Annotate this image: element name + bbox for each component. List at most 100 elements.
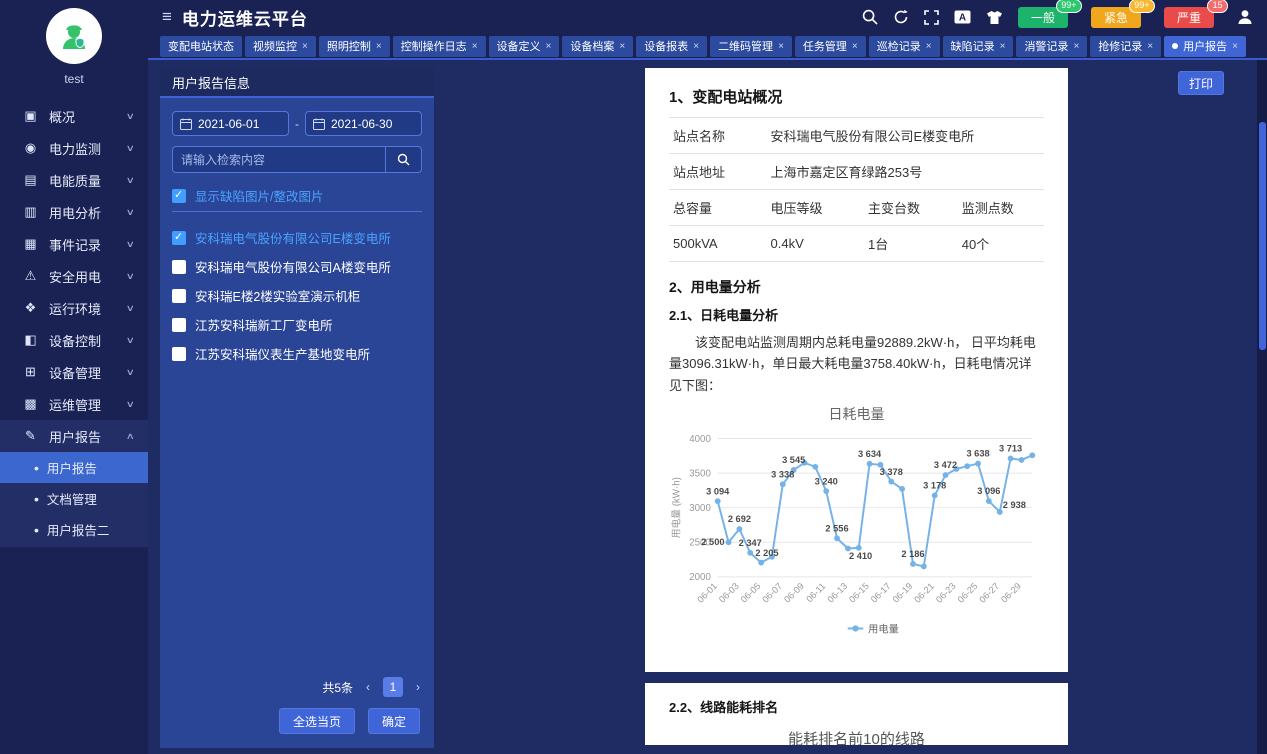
tab-控制操作日志[interactable]: 控制操作日志× xyxy=(393,36,486,57)
tab-close-icon[interactable]: × xyxy=(926,41,932,52)
sidebar-item-power-quality[interactable]: ▤电能质量∨ xyxy=(0,164,148,196)
scrollbar-thumb[interactable] xyxy=(1259,122,1266,350)
alarm-count-badge: 15 xyxy=(1207,0,1228,13)
checkbox-checked[interactable] xyxy=(172,231,186,245)
alarm-button-2[interactable]: 紧急99+ xyxy=(1091,7,1141,28)
checkbox-checked[interactable] xyxy=(172,189,186,203)
tab-close-icon[interactable]: × xyxy=(778,41,784,52)
tab-任务管理[interactable]: 任务管理 × xyxy=(795,36,866,57)
alarm-button-1[interactable]: 一般99+ xyxy=(1018,7,1068,28)
table-cell: 上海市嘉定区育绿路253号 xyxy=(767,154,1045,190)
tab-设备定义[interactable]: 设备定义× xyxy=(489,36,560,57)
tab-bar: 变配电站状态视频监控×照明控制×控制操作日志×设备定义×设备档案×设备报表×二维… xyxy=(148,34,1267,60)
username: test xyxy=(64,72,83,86)
svg-text:2 938: 2 938 xyxy=(1003,500,1026,510)
chevron-down-icon: ∨ xyxy=(126,239,135,250)
user-avatar[interactable] xyxy=(46,8,102,64)
search-button[interactable] xyxy=(385,147,421,172)
table-cell: 站点名称 xyxy=(669,118,767,154)
tab-消警记录[interactable]: 消警记录× xyxy=(1016,36,1087,57)
station-checkbox-item[interactable]: 江苏安科瑞新工厂变电所 xyxy=(172,310,422,339)
station-info-table: 站点名称安科瑞电气股份有限公司E楼变电所站点地址上海市嘉定区育绿路253号总容量… xyxy=(669,117,1044,262)
search-icon[interactable] xyxy=(862,9,878,25)
report-filter-panel: 用户报告信息 2021-06-01 - 2021-06-30 请输入检索内容 显… xyxy=(160,68,434,748)
tab-用户报告[interactable]: 用户报告× xyxy=(1164,36,1246,57)
confirm-button[interactable]: 确定 xyxy=(368,708,420,734)
date-from-input[interactable]: 2021-06-01 xyxy=(172,111,289,136)
sidebar-subitem-user-report[interactable]: •用户报告 xyxy=(0,452,148,483)
alarm-label: 紧急 xyxy=(1104,9,1128,26)
tab-close-icon[interactable]: × xyxy=(546,41,552,52)
tab-close-icon[interactable]: × xyxy=(376,41,382,52)
tab-label: 抢修记录 xyxy=(1098,38,1142,54)
tab-close-icon[interactable]: × xyxy=(302,41,308,52)
pagination-page-1[interactable]: 1 xyxy=(383,677,403,697)
tab-close-icon[interactable]: × xyxy=(693,41,699,52)
tab-变配电站状态[interactable]: 变配电站状态 xyxy=(160,36,242,57)
tab-设备档案[interactable]: 设备档案× xyxy=(562,36,633,57)
checkbox-unchecked[interactable] xyxy=(172,347,186,361)
select-all-button[interactable]: 全选当页 xyxy=(279,708,355,734)
pagination-prev-icon[interactable]: ‹ xyxy=(366,680,370,694)
sidebar-item-overview[interactable]: ▣概况∨ xyxy=(0,100,148,132)
tab-巡检记录[interactable]: 巡检记录× xyxy=(869,36,940,57)
tab-照明控制[interactable]: 照明控制× xyxy=(319,36,390,57)
svg-text:2 556: 2 556 xyxy=(825,524,848,534)
search-input[interactable]: 请输入检索内容 xyxy=(173,147,385,172)
sidebar-item-event-log[interactable]: ▦事件记录∨ xyxy=(0,228,148,260)
table-row: 站点名称安科瑞电气股份有限公司E楼变电所 xyxy=(669,118,1044,154)
user-icon[interactable] xyxy=(1237,9,1253,25)
refresh-icon[interactable] xyxy=(893,9,909,25)
station-checkbox-item[interactable]: 安科瑞E楼2楼实验室演示机柜 xyxy=(172,281,422,310)
rank-chart-title: 能耗排名前10的线路 xyxy=(669,728,1044,745)
sidebar-item-operating-environment[interactable]: ❖运行环境∨ xyxy=(0,292,148,324)
tab-设备报表[interactable]: 设备报表× xyxy=(636,36,707,57)
sidebar-item-electricity-analysis[interactable]: ▥用电分析∨ xyxy=(0,196,148,228)
sidebar-item-device-management[interactable]: ⊞设备管理∨ xyxy=(0,356,148,388)
tab-视频监控[interactable]: 视频监控× xyxy=(245,36,316,57)
tab-close-icon[interactable]: × xyxy=(619,41,625,52)
translate-icon[interactable]: A xyxy=(954,9,971,25)
option-item[interactable]: 显示缺陷图片/整改图片 xyxy=(172,181,422,210)
tab-close-icon[interactable]: × xyxy=(1000,41,1006,52)
sidebar-subitem-user-report-2[interactable]: •用户报告二 xyxy=(0,514,148,545)
station-checkbox-item[interactable]: 安科瑞电气股份有限公司E楼变电所 xyxy=(172,223,422,252)
sidebar-item-label: 运行环境 xyxy=(49,299,101,318)
station-checkbox-item[interactable]: 安科瑞电气股份有限公司A楼变电所 xyxy=(172,252,422,281)
tab-close-icon[interactable]: × xyxy=(1073,41,1079,52)
checkbox-unchecked[interactable] xyxy=(172,289,186,303)
sidebar-item-ops-management[interactable]: ▩运维管理∨ xyxy=(0,388,148,420)
pagination-next-icon[interactable]: › xyxy=(416,680,420,694)
sidebar-item-power-monitoring[interactable]: ◉电力监测∨ xyxy=(0,132,148,164)
checkbox-unchecked[interactable] xyxy=(172,260,186,274)
print-button[interactable]: 打印 xyxy=(1178,71,1224,95)
sidebar-item-device-control[interactable]: ◧设备控制∨ xyxy=(0,324,148,356)
alarm-button-3[interactable]: 严重15 xyxy=(1164,7,1214,28)
sidebar-item-user-report[interactable]: ✎用户报告∧ xyxy=(0,420,148,452)
pagination: 共5条 ‹ 1 › xyxy=(172,677,420,697)
tab-缺陷记录[interactable]: 缺陷记录× xyxy=(943,36,1014,57)
tab-label: 任务管理 xyxy=(803,38,847,54)
svg-text:3 096: 3 096 xyxy=(977,487,1000,497)
tab-二维码管理[interactable]: 二维码管理× xyxy=(710,36,792,57)
sidebar-item-safe-electricity[interactable]: ⚠安全用电∨ xyxy=(0,260,148,292)
date-to-input[interactable]: 2021-06-30 xyxy=(305,111,422,136)
alarm-label: 严重 xyxy=(1177,9,1201,26)
tab-close-icon[interactable]: × xyxy=(852,41,858,52)
tab-close-icon[interactable]: × xyxy=(1147,41,1153,52)
sidebar-subitem-document-management[interactable]: •文档管理 xyxy=(0,483,148,514)
svg-text:2 500: 2 500 xyxy=(701,537,724,547)
menu-toggle-icon[interactable]: ≡ xyxy=(162,7,172,27)
checkbox-unchecked[interactable] xyxy=(172,318,186,332)
tab-close-icon[interactable]: × xyxy=(1232,41,1238,52)
scrollbar-track[interactable] xyxy=(1257,60,1267,754)
sidebar-item-label: 设备管理 xyxy=(49,363,101,382)
section-2-2-title: 2.2、线路能耗排名 xyxy=(669,697,1044,716)
fullscreen-icon[interactable] xyxy=(924,10,939,25)
tab-抢修记录[interactable]: 抢修记录 × xyxy=(1090,36,1161,57)
active-tab-dot-icon xyxy=(1172,43,1178,49)
theme-icon[interactable] xyxy=(986,10,1003,25)
app-title: 电力运维云平台 xyxy=(182,5,308,30)
tab-close-icon[interactable]: × xyxy=(472,41,478,52)
station-checkbox-item[interactable]: 江苏安科瑞仪表生产基地变电所 xyxy=(172,339,422,368)
